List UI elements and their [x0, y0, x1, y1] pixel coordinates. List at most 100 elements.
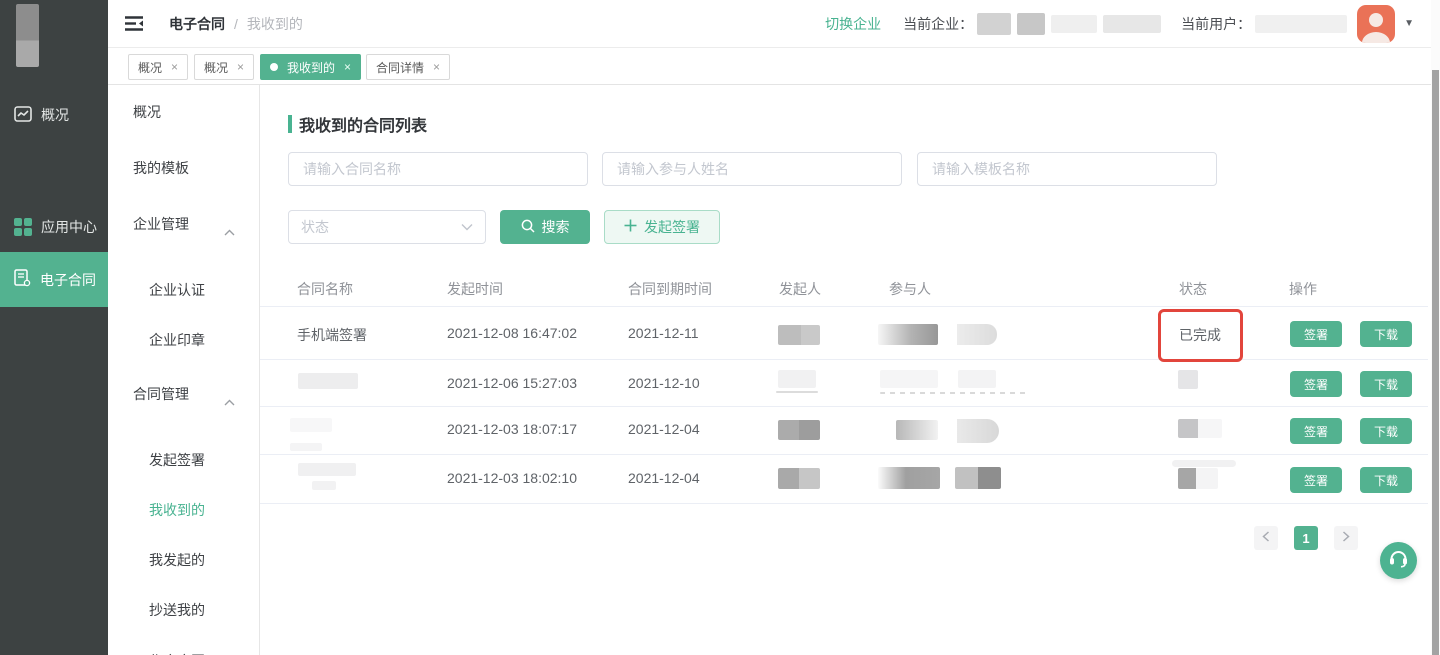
open-tabs-bar: 概况 × 概况 × 我收到的 × 合同详情 ×	[108, 49, 1440, 85]
cell-expire-time: 2021-12-11	[628, 325, 699, 341]
title-accent-bar	[288, 115, 292, 133]
participant-name-input[interactable]	[602, 152, 902, 186]
sign-button[interactable]: 签署	[1290, 321, 1342, 347]
close-icon[interactable]: ×	[344, 60, 351, 74]
download-button[interactable]: 下载	[1360, 418, 1412, 444]
breadcrumb: 电子合同 / 我收到的	[169, 14, 303, 34]
scrollbar	[1431, 0, 1440, 655]
sidebar-item-company-auth[interactable]: 企业认证	[108, 277, 259, 303]
contract-name-redacted-blob	[312, 481, 336, 490]
primary-nav-label: 电子合同	[40, 270, 96, 290]
col-status: 状态	[1179, 271, 1207, 307]
cell-expire-time: 2021-12-10	[628, 375, 700, 391]
status-select[interactable]: 状态	[288, 210, 486, 244]
col-actions: 操作	[1289, 271, 1317, 307]
col-participants: 参与人	[889, 271, 931, 307]
status-redacted-blob	[1178, 468, 1218, 489]
current-user-value-redacted	[1255, 15, 1347, 33]
tab-overview-2[interactable]: 概况 ×	[194, 54, 254, 80]
redaction-artifact	[880, 392, 1030, 394]
sign-button[interactable]: 签署	[1290, 418, 1342, 444]
chart-icon	[14, 106, 32, 125]
chevron-up-icon	[224, 388, 235, 414]
participant-redacted-blob	[958, 370, 996, 388]
status-redacted-blob	[1178, 419, 1222, 438]
breadcrumb-root[interactable]: 电子合同	[169, 14, 225, 34]
current-company-label: 当前企业：	[903, 14, 973, 34]
initiator-redacted-blob	[778, 468, 820, 489]
tab-label: 合同详情	[376, 59, 424, 76]
primary-nav-overview[interactable]: 概况	[0, 94, 108, 136]
initiator-redacted-blob	[778, 370, 816, 388]
main-content: 我收到的合同列表 状态 搜索 发起签署 合同名称 发起时间 合同到期时间 发起人…	[260, 85, 1432, 655]
sidebar-item-initiated-by-me[interactable]: 我发起的	[108, 547, 259, 573]
breadcrumb-separator: /	[234, 16, 238, 32]
participant-redacted-blob	[957, 324, 997, 345]
redaction-artifact	[1172, 460, 1236, 467]
pagination-prev-button[interactable]	[1254, 526, 1278, 550]
sidebar-item-voided-contracts[interactable]: 作废合同	[108, 648, 259, 655]
sidebar-item-cc-to-me[interactable]: 抄送我的	[108, 597, 259, 623]
top-header: 电子合同 / 我收到的 切换企业 当前企业： 当前用户： ▼	[108, 0, 1440, 48]
contract-name-redacted-blob	[298, 463, 356, 476]
headset-icon	[1388, 549, 1409, 573]
current-company-value-redacted	[977, 13, 1161, 35]
primary-nav-label: 应用中心	[41, 217, 97, 237]
scrollbar-thumb[interactable]	[1432, 70, 1439, 655]
tab-contract-detail[interactable]: 合同详情 ×	[366, 54, 450, 80]
initiator-redacted-blob	[778, 325, 820, 345]
close-icon[interactable]: ×	[171, 60, 178, 74]
cell-expire-time: 2021-12-04	[628, 421, 700, 437]
chevron-down-icon	[461, 218, 473, 236]
sidebar-item-company-seal[interactable]: 企业印章	[108, 327, 259, 353]
tab-received-active[interactable]: 我收到的 ×	[260, 54, 361, 80]
download-button[interactable]: 下载	[1360, 371, 1412, 397]
sidebar-group-contract-mgmt[interactable]: 合同管理	[108, 381, 259, 407]
current-user-label: 当前用户：	[1181, 14, 1251, 34]
tab-label: 我收到的	[287, 59, 335, 76]
template-name-input[interactable]	[917, 152, 1217, 186]
contract-name-redacted-blob	[298, 373, 358, 389]
sidebar-item-initiate-sign[interactable]: 发起签署	[108, 447, 259, 473]
primary-nav-econtract[interactable]: 电子合同	[0, 252, 108, 307]
sign-button[interactable]: 签署	[1290, 467, 1342, 493]
tab-overview-1[interactable]: 概况 ×	[128, 54, 188, 80]
sidebar-item-received[interactable]: 我收到的	[108, 497, 259, 523]
close-icon[interactable]: ×	[237, 60, 244, 74]
chevron-up-icon	[224, 218, 235, 244]
sidebar-item-overview[interactable]: 概况	[108, 99, 259, 125]
contract-name-redacted-blob	[290, 443, 322, 451]
app-window: 概况 应用中心 电子合同 电子合同 / 我收到的 切换企业 当前企业：	[0, 0, 1440, 655]
participant-redacted-blob	[955, 467, 1001, 489]
initiate-sign-button[interactable]: 发起签署	[604, 210, 720, 244]
close-icon[interactable]: ×	[433, 60, 440, 74]
participant-redacted-blob	[880, 370, 938, 388]
cell-start-time: 2021-12-03 18:02:10	[447, 470, 577, 486]
plus-icon	[624, 219, 637, 235]
chevron-right-icon	[1342, 529, 1350, 547]
switch-company-link[interactable]: 切换企业	[825, 14, 881, 34]
pagination-next-button[interactable]	[1334, 526, 1358, 550]
tab-label: 概况	[204, 59, 228, 76]
primary-nav-app-center[interactable]: 应用中心	[0, 206, 108, 248]
sidebar-item-my-templates[interactable]: 我的模板	[108, 155, 259, 181]
user-menu-caret-icon[interactable]: ▼	[1404, 18, 1414, 29]
download-button[interactable]: 下载	[1360, 467, 1412, 493]
annotation-highlight-box	[1158, 309, 1243, 362]
contract-name-input[interactable]	[288, 152, 588, 186]
sign-button[interactable]: 签署	[1290, 371, 1342, 397]
secondary-sidebar: 概况 我的模板 企业管理 企业认证 企业印章 合同管理 发起签署 我收到的 我发…	[108, 85, 260, 655]
status-redacted-blob	[1178, 370, 1198, 389]
pagination-page-1[interactable]: 1	[1294, 526, 1318, 550]
apps-grid-icon	[14, 218, 32, 236]
search-button[interactable]: 搜索	[500, 210, 590, 244]
sidebar-group-company-mgmt[interactable]: 企业管理	[108, 211, 259, 237]
customer-service-button[interactable]	[1380, 542, 1417, 579]
tab-label: 概况	[138, 59, 162, 76]
col-contract-name: 合同名称	[297, 271, 353, 307]
menu-fold-icon[interactable]	[125, 16, 144, 31]
app-logo	[16, 4, 39, 67]
breadcrumb-current: 我收到的	[247, 14, 303, 34]
user-avatar[interactable]	[1357, 5, 1395, 43]
download-button[interactable]: 下载	[1360, 321, 1412, 347]
